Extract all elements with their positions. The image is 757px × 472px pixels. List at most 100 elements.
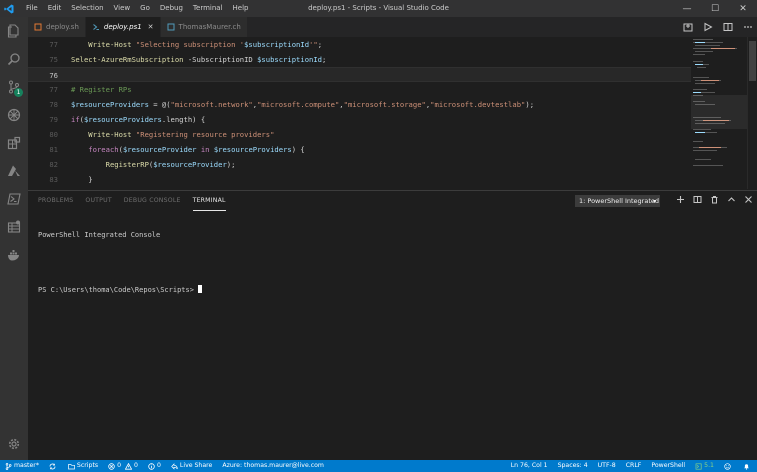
terminal-select[interactable]: 1: PowerShell Integrated Console ▾ [575,195,660,207]
tab-terminal[interactable]: TERMINAL [192,192,226,211]
terminal-prompt: PS C:\Users\thoma\Code\Repos\Scripts> [38,286,199,294]
powershell-version-label: 5.1 [704,462,714,469]
code-text: if($resourceProviders.length) { [71,112,205,127]
code-line[interactable]: 81 foreach($resourceProvider in $resourc… [28,142,757,157]
editor-tab-bar: deploy.sh deploy.ps1 ✕ ThomasMaurer.ch [28,17,757,37]
line-number: 83 [49,175,58,184]
split-editor-icon[interactable] [723,22,733,32]
code-line[interactable]: 83 } [28,172,757,187]
azure-account[interactable]: Azure: thomas.maurer@live.com [217,460,329,472]
editor-scrollbar[interactable] [747,37,757,189]
code-token: $resourceProviders [83,115,162,124]
code-token: if [71,115,80,124]
menu-file[interactable]: File [21,0,43,17]
folder-icon [68,463,75,469]
indentation[interactable]: Spaces: 4 [553,460,593,472]
close-panel-icon[interactable] [744,195,753,204]
code-text: Select-AzureRmSubscription -Subscription… [71,52,326,67]
bottom-panel: PROBLEMS OUTPUT DEBUG CONSOLE TERMINAL 1… [28,190,757,460]
vscode-logo-icon [0,0,17,17]
split-terminal-icon[interactable] [693,195,702,204]
menu-debug[interactable]: Debug [155,0,188,17]
code-line[interactable]: 75 Select-AzureRmSubscription -Subscripti… [28,52,757,67]
open-changes-icon[interactable] [683,22,693,32]
new-terminal-icon[interactable] [676,195,685,204]
activity-bar: 1 [0,17,28,460]
tab-output[interactable]: OUTPUT [85,191,111,211]
tab-problems[interactable]: PROBLEMS [38,191,73,211]
code-line[interactable]: 80 Write-Host "Registering resource prov… [28,127,757,142]
code-token: "microsoft.network" [170,100,253,109]
workspace-folder[interactable]: Scripts [63,460,103,472]
code-line[interactable]: 77 Write-Host "Selecting subscription '$… [28,37,757,52]
code-text: } [71,172,92,187]
search-icon[interactable] [0,45,28,73]
code-token: -SubscriptionID [183,55,258,64]
live-share-label: Live Share [179,462,213,469]
menu-bar: File Edit Selection View Go Debug Termin… [21,0,253,17]
cursor-position[interactable]: Ln 76, Col 1 [506,460,553,472]
code-text: foreach($resourceProvider in $resourcePr… [71,142,304,157]
code-line[interactable]: 82 RegisterRP($resourceProvider); [28,157,757,172]
close-window-button[interactable]: ✕ [729,0,757,17]
azure-storage-icon[interactable] [0,213,28,241]
encoding[interactable]: UTF-8 [593,460,621,472]
sync-button[interactable] [44,463,63,470]
minimap[interactable] [691,37,747,189]
code-line[interactable]: 76 [28,67,757,82]
live-share-button[interactable]: Live Share [166,460,217,472]
extensions-icon[interactable] [0,129,28,157]
code-editor[interactable]: 77 Write-Host "Selecting subscription '$… [28,37,757,189]
maximize-button[interactable]: ☐ [701,0,729,17]
line-number: 79 [49,115,58,124]
end-of-line[interactable]: CRLF [621,460,647,472]
problems-indicator[interactable]: 0 0 [103,460,143,472]
powershell-icon[interactable] [0,185,28,213]
code-token: "Registering resource providers" [135,130,275,139]
code-token: ); [226,160,236,169]
terminal[interactable]: PowerShell Integrated Console PS C:\User… [38,213,203,312]
notifications-button[interactable] [738,463,757,470]
code-line[interactable]: 77 # Register RPs [28,82,757,97]
explorer-icon[interactable] [0,17,28,45]
trash-icon[interactable] [710,195,719,204]
branch-indicator[interactable]: master* [0,460,44,472]
chevron-up-icon[interactable] [727,195,736,204]
close-icon[interactable]: ✕ [148,23,154,31]
menu-help[interactable]: Help [228,0,254,17]
debug-icon[interactable] [0,101,28,129]
language-mode[interactable]: PowerShell [646,460,690,472]
tab-label: deploy.sh [46,23,79,31]
scrollbar-thumb[interactable] [749,41,756,81]
menu-view[interactable]: View [109,0,136,17]
code-line[interactable]: 78 $resourceProviders = @("microsoft.netw… [28,97,757,112]
code-token: "Selecting subscription ' [135,40,245,49]
code-token: Select-AzureRmSubscription [71,55,184,64]
source-control-icon[interactable]: 1 [0,73,28,101]
tab-deploy-ps1[interactable]: deploy.ps1 ✕ [85,17,161,37]
run-icon[interactable] [703,22,713,32]
code-text: RegisterRP($resourceProvider); [71,157,236,172]
more-actions-icon[interactable] [743,22,753,32]
code-line[interactable]: 79 if($resourceProviders.length) { [28,112,757,127]
minimize-button[interactable]: — [673,0,701,17]
powershell-version[interactable]: 5.1 [690,460,719,472]
alert-count: 0 [156,462,161,469]
menu-terminal[interactable]: Terminal [188,0,228,17]
feedback-button[interactable] [719,462,738,470]
menu-edit[interactable]: Edit [43,0,67,17]
menu-go[interactable]: Go [135,0,155,17]
docker-icon[interactable] [0,241,28,269]
tab-thomasmaurer-ch[interactable]: ThomasMaurer.ch [160,17,248,37]
tab-deploy-sh[interactable]: deploy.sh [28,17,86,37]
tab-debug-console[interactable]: DEBUG CONSOLE [124,191,181,211]
alerts-indicator[interactable]: 0 [143,460,166,472]
azure-icon[interactable] [0,157,28,185]
menu-selection[interactable]: Selection [66,0,108,17]
gear-icon[interactable] [0,430,28,458]
powershell-version-icon [695,462,702,470]
azure-account-label: Azure: thomas.maurer@live.com [222,462,324,469]
code-token: $resourceProviders [213,145,292,154]
title-bar: File Edit Selection View Go Debug Termin… [0,0,757,17]
